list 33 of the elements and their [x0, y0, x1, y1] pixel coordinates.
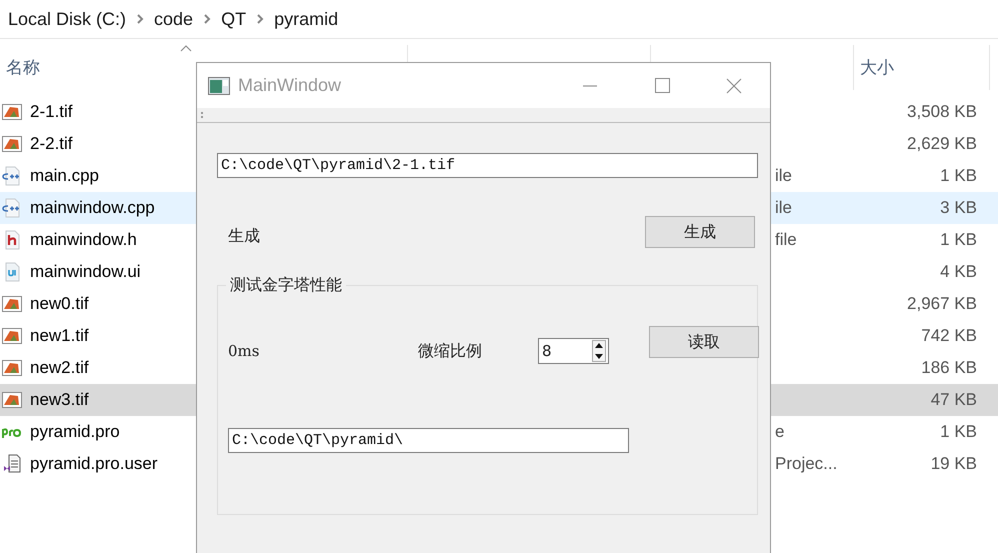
file-name: new3.tif — [30, 390, 89, 410]
file-name: mainwindow.ui — [30, 262, 141, 282]
file-name: pyramid.pro — [30, 422, 120, 442]
time-label: 0ms — [228, 342, 260, 360]
file-name: 2-2.tif — [30, 134, 73, 154]
file-size: 3,508 KB — [907, 102, 977, 121]
file-name: mainwindow.h — [30, 230, 137, 250]
file-size: 186 KB — [921, 358, 977, 377]
file-type: ile — [775, 166, 792, 185]
file-size: 47 KB — [930, 390, 977, 409]
file-size: 2,629 KB — [907, 134, 977, 153]
file-type: e — [775, 422, 784, 441]
file-name: main.cpp — [30, 166, 99, 186]
file-size: 3 KB — [940, 198, 977, 217]
file-size: 1 KB — [940, 422, 977, 441]
file-type: ile — [775, 198, 792, 217]
file-name: 2-1.tif — [30, 102, 73, 122]
file-size: 19 KB — [930, 454, 977, 473]
file-size: 2,967 KB — [907, 294, 977, 313]
file-name: new2.tif — [30, 358, 89, 378]
scale-label: 微缩比例 — [418, 340, 483, 362]
file-size: 742 KB — [921, 326, 977, 345]
file-size: 1 KB — [940, 166, 977, 185]
file-type: Projec... — [775, 454, 838, 473]
file-name: new0.tif — [30, 294, 89, 314]
generate-label: 生成 — [227, 225, 260, 247]
file-size: 1 KB — [940, 230, 977, 249]
file-name: mainwindow.cpp — [30, 198, 155, 218]
file-size: 4 KB — [940, 262, 977, 281]
file-name: new1.tif — [30, 326, 89, 346]
file-type: file — [775, 230, 797, 249]
file-name: pyramid.pro.user — [30, 454, 158, 474]
window-title: MainWindow — [238, 75, 342, 96]
